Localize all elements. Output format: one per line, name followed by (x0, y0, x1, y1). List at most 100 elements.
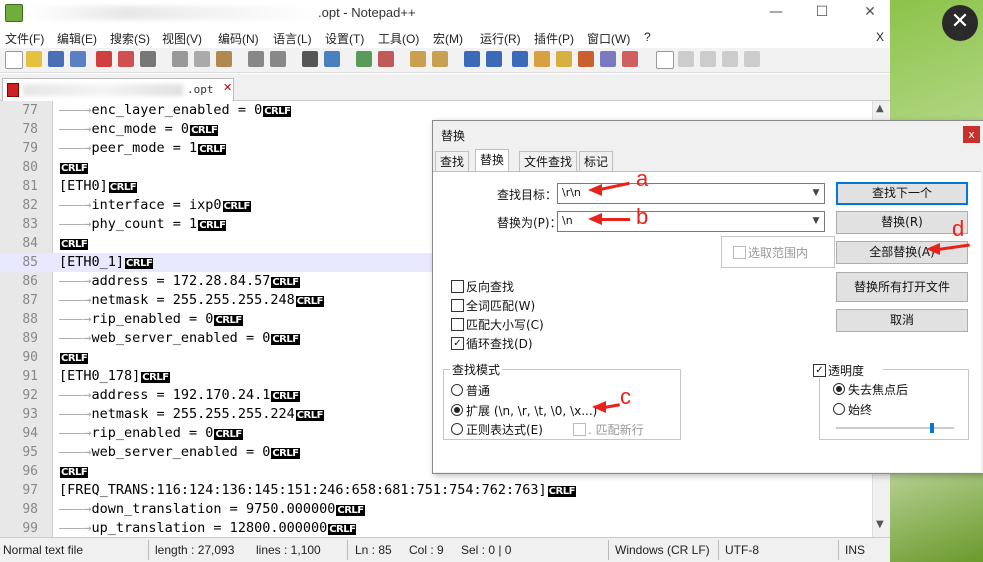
folder-workspace-icon[interactable] (600, 51, 616, 67)
cancel-button[interactable]: 取消 (836, 309, 968, 332)
tab-mark[interactable]: 标记 (579, 151, 614, 172)
line-text: address = 172.28.84.57 (91, 273, 271, 289)
always-label: 始终 (848, 403, 873, 417)
crlf-marker: CRLF (141, 372, 170, 383)
code-line[interactable]: 98 ———→down_translation = 9750.000000 CRLF (0, 500, 890, 519)
checkbox-box: ✓ (451, 337, 464, 350)
function-list-icon[interactable] (578, 51, 594, 67)
menu-edit[interactable]: 编辑(E) (57, 30, 97, 47)
tab-find[interactable]: 查找 (435, 151, 470, 172)
code-line[interactable]: 99 ———→up_translation = 12800.000000 CRLF (0, 519, 890, 537)
run-macro-multiple-icon[interactable] (722, 51, 738, 67)
wrap-around-checkbox[interactable]: ✓ 循环查找(D) (451, 335, 571, 351)
mode-normal-radio[interactable]: 普通 (451, 382, 571, 398)
menu-file[interactable]: 文件(F) (5, 30, 44, 47)
save-macro-icon[interactable] (744, 51, 760, 67)
slider-thumb[interactable] (930, 423, 935, 433)
menu-macro[interactable]: 宏(M) (433, 30, 463, 47)
indent-guide-icon[interactable] (512, 51, 528, 67)
undo-icon[interactable] (248, 51, 264, 67)
line-content: CRLF (59, 348, 89, 368)
copy-icon[interactable] (194, 51, 210, 67)
language-icon[interactable] (534, 51, 550, 67)
menu-language[interactable]: 语言(L) (273, 30, 312, 47)
replace-all-button[interactable]: 全部替换(A) (836, 241, 968, 264)
dialog-close-button[interactable]: x (963, 126, 980, 143)
close-button[interactable]: ✕ (852, 2, 888, 22)
crlf-marker: CRLF (198, 220, 227, 231)
cut-icon[interactable] (172, 51, 188, 67)
print-icon[interactable] (140, 51, 156, 67)
find-icon[interactable] (302, 51, 318, 67)
transparency-on-lose-focus-radio[interactable]: 失去焦点后 (833, 381, 933, 397)
line-content: [ETH0_1] CRLF (59, 253, 154, 273)
close-file-icon[interactable] (96, 51, 112, 67)
open-file-icon[interactable] (26, 51, 42, 67)
menu-window[interactable]: 窗口(W) (587, 30, 630, 47)
tab-arrow-icon: ———→ (59, 121, 92, 137)
menu-help[interactable]: ? (644, 30, 651, 44)
new-file-icon[interactable] (5, 51, 23, 69)
menu-search[interactable]: 搜索(S) (110, 30, 150, 47)
zoom-out-icon[interactable] (378, 51, 394, 67)
find-next-button[interactable]: 查找下一个 (836, 182, 968, 205)
zoom-in-icon[interactable] (356, 51, 372, 67)
monitoring-icon[interactable] (622, 51, 638, 67)
minimize-button[interactable]: — (758, 2, 794, 22)
code-line[interactable]: 77 ———→enc_layer_enabled = 0 CRLF (0, 101, 890, 120)
record-macro-icon[interactable] (656, 51, 674, 69)
mode-regex-radio[interactable]: 正则表达式(E) (451, 421, 561, 437)
status-separator (347, 540, 348, 560)
match-case-checkbox[interactable]: 匹配大小写(C) (451, 316, 571, 332)
transparency-checkbox[interactable]: ✓ 透明度 (813, 362, 883, 378)
close-overlay-icon[interactable]: ✕ (942, 5, 978, 41)
crlf-marker: CRLF (271, 277, 300, 288)
line-text: peer_mode = 1 (91, 140, 198, 156)
menu-run[interactable]: 运行(R) (480, 30, 521, 47)
sync-vertical-icon[interactable] (410, 51, 426, 67)
doc-map-icon[interactable] (556, 51, 572, 67)
menu-plugins[interactable]: 插件(P) (534, 30, 574, 47)
tab-arrow-icon: ———→ (59, 444, 92, 460)
save-all-icon[interactable] (70, 51, 86, 67)
menu-encoding[interactable]: 编码(N) (218, 30, 259, 47)
menu-close-doc[interactable]: X (876, 30, 884, 44)
match-whole-word-checkbox[interactable]: 全词匹配(W) (451, 297, 571, 313)
redo-icon[interactable] (270, 51, 286, 67)
stop-macro-icon[interactable] (678, 51, 694, 67)
line-content: ———→enc_layer_enabled = 0 CRLF (59, 101, 292, 121)
line-number: 94 (22, 426, 38, 441)
scroll-down-icon[interactable]: ▼ (876, 519, 884, 530)
menu-settings[interactable]: 设置(T) (325, 30, 364, 47)
paste-icon[interactable] (216, 51, 232, 67)
sync-horizontal-icon[interactable] (432, 51, 448, 67)
status-separator (718, 540, 719, 560)
show-all-chars-icon[interactable] (486, 51, 502, 67)
crlf-marker: CRLF (328, 524, 357, 535)
close-all-icon[interactable] (118, 51, 134, 67)
word-wrap-icon[interactable] (464, 51, 480, 67)
in-selection-checkbox[interactable]: 选取范围内 (733, 244, 833, 260)
play-macro-icon[interactable] (700, 51, 716, 67)
tab-arrow-icon: ———→ (59, 140, 92, 156)
replace-all-open-docs-button[interactable]: 替换所有打开文件 (836, 272, 968, 302)
maximize-button[interactable]: ☐ (804, 2, 840, 22)
replace-button[interactable]: 替换(R) (836, 211, 968, 234)
tab-find-in-files[interactable]: 文件查找 (519, 151, 578, 172)
line-content: ———→web_server_enabled = 0 CRLF (59, 443, 300, 463)
tab-close-icon[interactable]: ✕ (223, 81, 232, 94)
chevron-down-icon[interactable]: ▼ (810, 214, 822, 228)
scroll-up-icon[interactable]: ▲ (876, 103, 884, 114)
code-line[interactable]: 97 [FREQ_TRANS:116:124:136:145:151:246:65… (0, 481, 890, 500)
save-icon[interactable] (48, 51, 64, 67)
transparency-always-radio[interactable]: 始终 (833, 401, 913, 417)
tab-replace[interactable]: 替换 (475, 149, 510, 172)
dot-matches-newline-checkbox[interactable]: . 匹配新行 (573, 421, 673, 437)
replace-icon[interactable] (324, 51, 340, 67)
menu-view[interactable]: 视图(V) (162, 30, 202, 47)
menu-tools[interactable]: 工具(O) (378, 30, 419, 47)
backward-direction-checkbox[interactable]: 反向查找 (451, 278, 571, 294)
document-tab[interactable]: .opt ✕ (2, 78, 234, 101)
chevron-down-icon[interactable]: ▼ (810, 186, 822, 200)
transparency-slider[interactable] (836, 427, 954, 429)
